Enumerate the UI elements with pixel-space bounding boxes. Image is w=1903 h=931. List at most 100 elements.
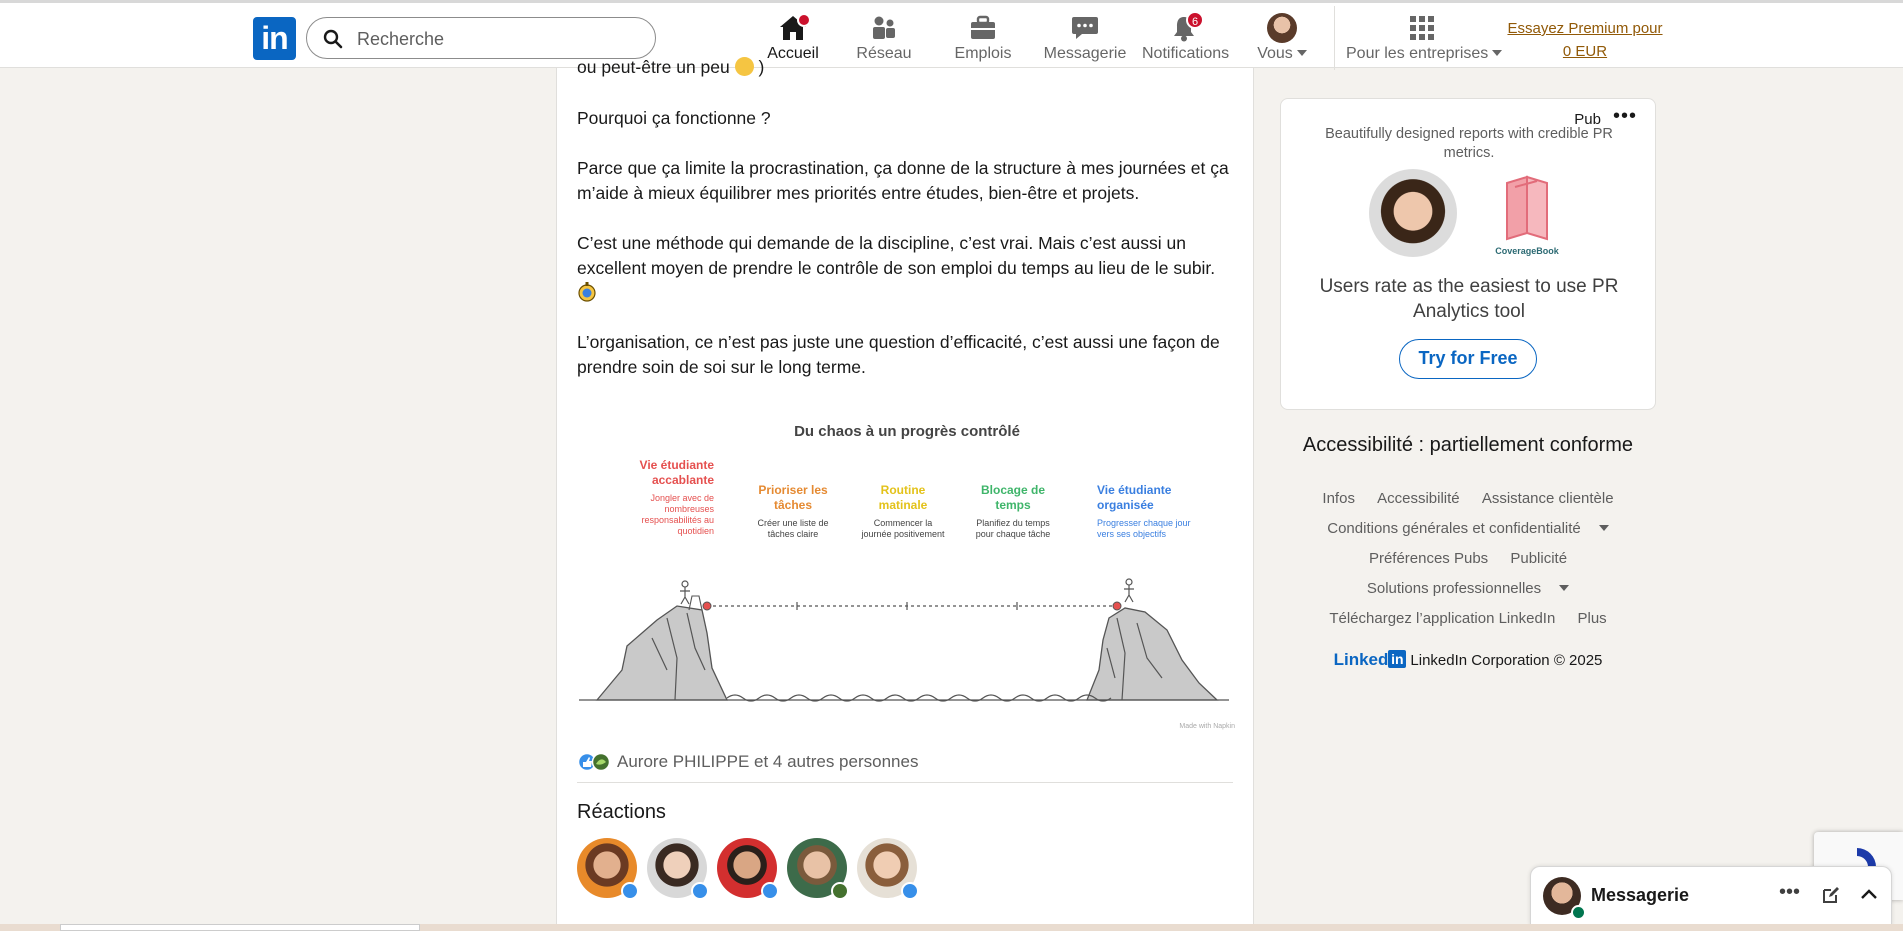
- support-icon: [831, 882, 849, 900]
- footer-link-advertising[interactable]: Publicité: [1510, 550, 1567, 567]
- linkedin-logo[interactable]: in: [253, 17, 296, 60]
- nav-for-business-label: Pour les entreprises: [1346, 45, 1489, 62]
- stage-1-desc-4: quotidien: [677, 526, 714, 536]
- coveragebook-logo-icon: [1506, 175, 1548, 241]
- reactor-avatar[interactable]: [647, 838, 709, 900]
- nav-me-label-wrap: Vous: [1252, 45, 1312, 63]
- linkedin-wordmark-box: in: [1388, 650, 1407, 668]
- reactor-avatar[interactable]: [787, 838, 849, 900]
- chat-icon: [1072, 17, 1098, 39]
- search-input[interactable]: [355, 26, 639, 52]
- footer-link-business[interactable]: Solutions professionnelles: [1358, 580, 1578, 597]
- reactor-avatar[interactable]: [577, 838, 639, 900]
- stage-4-title-2: temps: [995, 498, 1031, 512]
- copyright-text: LinkedIn Corporation © 2025: [1410, 652, 1603, 669]
- ad-brand-name: CoverageBook: [1495, 246, 1559, 256]
- footer-link-accessibility[interactable]: Accessibilité: [1377, 490, 1460, 507]
- post-cut-line: ou peut-être un peu: [577, 57, 730, 77]
- stage-1-desc-3: responsabilités au: [641, 515, 714, 525]
- stage-2-title-2: tâches: [774, 498, 812, 512]
- stage-1-desc-1: Jongler avec de: [650, 493, 714, 503]
- messaging-overlay[interactable]: Messagerie •••: [1530, 866, 1892, 925]
- stage-4-desc-1: Planifiez du temps: [976, 518, 1050, 528]
- reactions-summary[interactable]: Aurore PHILIPPE et 4 autres personnes: [577, 744, 1233, 783]
- footer-link-ad-prefs[interactable]: Préférences Pubs: [1369, 550, 1488, 567]
- post-cut-line-wrap: ou peut-être un peu ): [577, 57, 765, 77]
- sponsored-ad-card: Pub ••• Beautifully designed reports wit…: [1280, 98, 1656, 410]
- taskbar-tab[interactable]: [60, 924, 420, 931]
- footer-row-2: Conditions générales et confidentialité: [1280, 514, 1656, 544]
- footer-row-3: Préférences Pubs Publicité: [1280, 544, 1656, 574]
- stage-5-title-2: organisée: [1097, 498, 1154, 512]
- like-icon: [621, 882, 639, 900]
- premium-upsell-link[interactable]: Essayez Premium pour 0 EUR: [1505, 17, 1665, 63]
- footer-link-about[interactable]: Infos: [1322, 490, 1355, 507]
- nav-for-business-label-wrap: Pour les entreprises: [1346, 45, 1503, 63]
- stage-2-title-1: Prioriser les: [758, 483, 828, 497]
- reactions-title: Réactions: [577, 801, 666, 823]
- nav-for-business[interactable]: Pour les entreprises: [1346, 11, 1503, 69]
- stage-3-title-1: Routine: [881, 483, 926, 497]
- footer-link-terms-label: Conditions générales et confidentialité: [1327, 520, 1581, 537]
- post-paragraph-4: L’organisation, ce n’est pas juste une q…: [577, 332, 1220, 377]
- grid-icon: [1410, 16, 1434, 40]
- post-paragraph-3: C’est une méthode qui demande de la disc…: [577, 233, 1216, 278]
- nav-me[interactable]: Vous: [1252, 11, 1312, 69]
- feed-post: ou peut-être un peu ) Pourquoi ça foncti…: [556, 57, 1254, 931]
- more-options-icon[interactable]: •••: [1779, 881, 1800, 904]
- compass-emoji-icon: [578, 282, 596, 302]
- stage-1-title-1: Vie étudiante: [640, 458, 715, 472]
- footer-link-business-label: Solutions professionnelles: [1366, 580, 1542, 597]
- stick-figure-icon: [680, 580, 690, 605]
- stage-1-title-2: accablante: [652, 473, 714, 487]
- footer-link-terms[interactable]: Conditions générales et confidentialité: [1318, 520, 1618, 537]
- try-for-free-button[interactable]: Try for Free: [1399, 339, 1537, 379]
- made-with-napkin: Made with Napkin: [1179, 723, 1235, 730]
- stage-4-title-1: Blocage de: [981, 483, 1045, 497]
- nav-me-label: Vous: [1257, 45, 1293, 62]
- footer-row-4: Solutions professionnelles: [1280, 574, 1656, 604]
- footer-link-help[interactable]: Assistance clientèle: [1482, 490, 1614, 507]
- network-icon: [873, 16, 895, 39]
- online-status-icon: [1571, 905, 1586, 920]
- accessibility-status[interactable]: Accessibilité : partiellement conforme: [1280, 434, 1656, 457]
- like-icon: [901, 882, 919, 900]
- ad-description: Beautifully designed reports with credib…: [1325, 126, 1613, 161]
- home-dot-badge: [797, 13, 811, 27]
- linkedin-wordmark: Linked: [1333, 650, 1389, 669]
- like-icon: [761, 882, 779, 900]
- briefcase-icon: [971, 15, 995, 39]
- messaging-title: Messagerie: [1591, 885, 1690, 905]
- like-icon: [691, 882, 709, 900]
- footer-links: Infos Accessibilité Assistance clientèle…: [1280, 484, 1656, 634]
- chevron-down-icon: [1492, 50, 1503, 56]
- search-box[interactable]: [306, 17, 656, 59]
- ad-brand-logo: CoverageBook: [1487, 173, 1567, 263]
- footer-link-get-app[interactable]: Téléchargez l’application LinkedIn: [1329, 610, 1555, 627]
- smile-emoji-icon: [734, 57, 754, 76]
- stage-4-desc-2: pour chaque tâche: [976, 529, 1051, 539]
- reactor-avatar[interactable]: [857, 838, 919, 900]
- stage-3-desc-2: journée positivement: [860, 529, 945, 539]
- reactions-summary-text: Aurore PHILIPPE et 4 autres personnes: [617, 752, 919, 771]
- post-paragraph-1: Pourquoi ça fonctionne ?: [577, 108, 771, 128]
- stage-1-desc-2: nombreuses: [664, 504, 714, 514]
- compose-icon[interactable]: [1821, 885, 1841, 905]
- copyright: Linked in LinkedIn Corporation © 2025: [1280, 650, 1656, 670]
- avatar: [1267, 13, 1297, 43]
- stage-2-desc-1: Créer une liste de: [757, 518, 828, 528]
- search-icon: [323, 29, 343, 49]
- nav-divider: [1334, 6, 1335, 70]
- stage-5-desc-1: Progresser chaque jour: [1097, 518, 1191, 528]
- chevron-down-icon: [1598, 525, 1609, 531]
- post-paragraph-3-wrap: C’est une méthode qui demande de la disc…: [577, 231, 1237, 306]
- post-paragraph-2: Parce que ça limite la procrastination, …: [577, 158, 1229, 203]
- like-reaction-icons: [577, 752, 611, 772]
- stage-5-desc-2: vers ses objectifs: [1097, 529, 1167, 539]
- chevron-down-icon: [1296, 50, 1307, 56]
- path-end-marker: [1112, 601, 1122, 611]
- footer-link-more[interactable]: Plus: [1577, 610, 1606, 627]
- reactor-avatar[interactable]: [717, 838, 779, 900]
- chevron-down-icon: [1559, 585, 1570, 591]
- chevron-up-icon[interactable]: [1859, 885, 1879, 905]
